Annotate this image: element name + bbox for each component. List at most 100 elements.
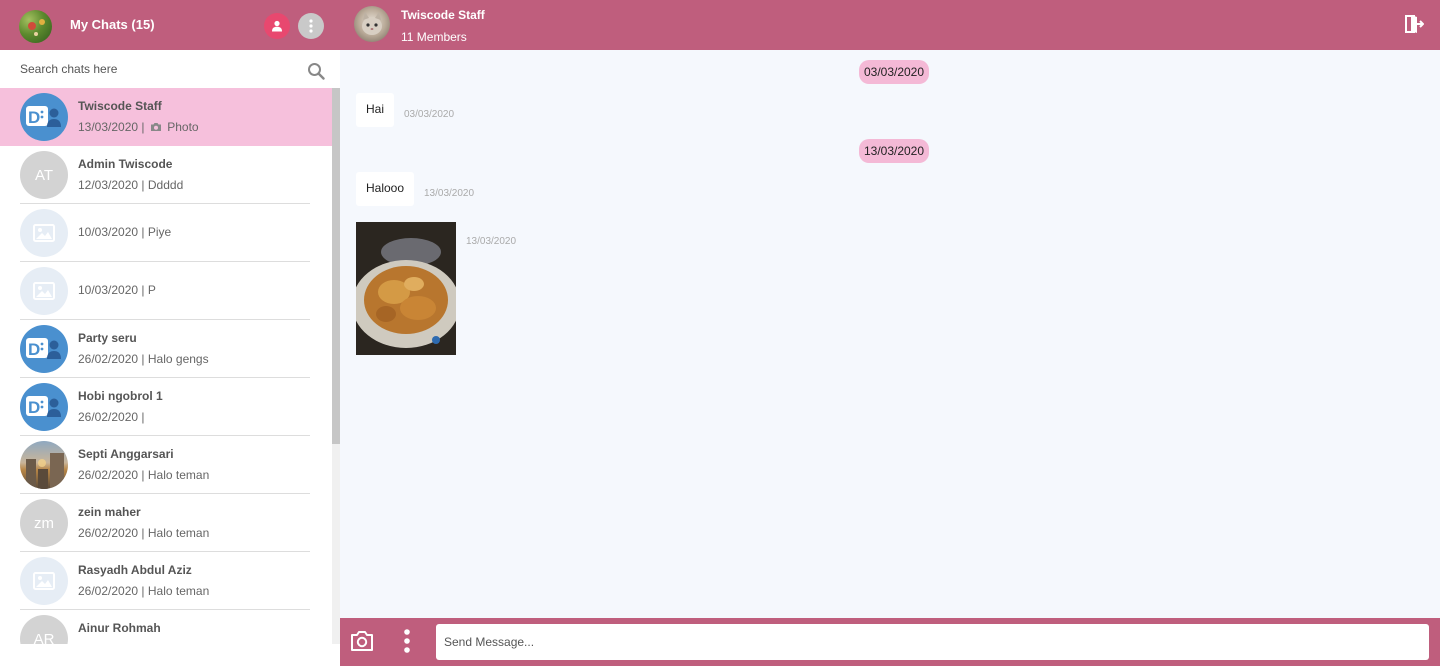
menu-button[interactable]	[298, 13, 324, 39]
chat-preview: 12/03/2020 | Ddddd	[78, 178, 183, 192]
group-logo-avatar: D	[20, 325, 68, 373]
chat-date: 26/02/2020	[78, 468, 139, 482]
chat-last-message: Halo teman	[147, 584, 210, 598]
chat-date: 26/02/2020	[78, 410, 139, 424]
chat-separator: |	[141, 584, 145, 598]
message-bubble[interactable]: Hai	[356, 93, 395, 127]
search-bar	[0, 50, 340, 88]
chat-separator: |	[141, 526, 145, 540]
chat-name: Party seru	[78, 331, 137, 345]
chat-preview: 10/03/2020 | Piye	[78, 225, 171, 239]
profile-button[interactable]	[264, 13, 290, 39]
chat-preview: 26/02/2020 | Halo teman	[78, 526, 209, 540]
group-logo-icon: D	[26, 338, 61, 359]
image-placeholder-icon	[33, 282, 55, 300]
chat-preview: 13/03/2020 | Photo	[78, 120, 199, 134]
group-logo-icon: D	[26, 396, 61, 417]
conversation-title: Twiscode Staff	[401, 8, 485, 22]
chat-list-scrollbar-thumb[interactable]	[332, 88, 340, 444]
date-separator: 03/03/2020	[859, 60, 929, 84]
my-avatar[interactable]	[19, 10, 52, 43]
message-input[interactable]	[436, 624, 1429, 660]
conversation-header: Twiscode Staff 11 Members	[340, 0, 1440, 50]
more-vertical-icon[interactable]	[402, 628, 412, 654]
message-time: 03/03/2020	[404, 109, 455, 120]
chat-item-unnamed[interactable]: 10/03/2020 | Piye	[0, 204, 332, 262]
camera-icon[interactable]	[350, 630, 374, 652]
chat-item-septi-anggarsari[interactable]: Septi Anggarsari 26/02/2020 | Halo teman	[0, 436, 332, 494]
chat-date: 26/02/2020	[78, 526, 139, 540]
svg-text:D: D	[28, 340, 40, 359]
chat-preview: 26/02/2020 | Halo gengs	[78, 352, 209, 366]
search-icon[interactable]	[307, 62, 325, 80]
placeholder-avatar	[20, 267, 68, 315]
chat-list: D Twiscode Staff 13/03/2020 | Photo AT A…	[0, 88, 332, 644]
chat-item-party-seru[interactable]: D Party seru 26/02/2020 | Halo gengs	[0, 320, 332, 378]
initials-avatar: AT	[20, 151, 68, 199]
date-separator: 13/03/2020	[859, 139, 929, 163]
group-logo-icon: D	[26, 106, 61, 127]
group-logo-avatar: D	[20, 383, 68, 431]
message-composer	[340, 618, 1440, 666]
svg-text:D: D	[28, 398, 40, 417]
chat-separator: |	[141, 283, 145, 297]
chat-separator: |	[141, 410, 145, 424]
message-area: 03/03/2020 Hai 03/03/2020 13/03/2020 Hal…	[340, 50, 1440, 618]
chat-date: 10/03/2020	[78, 283, 139, 297]
chat-separator: |	[141, 352, 145, 366]
image-placeholder-icon	[33, 224, 55, 242]
exit-icon[interactable]	[1402, 13, 1424, 35]
chat-name: Septi Anggarsari	[78, 447, 174, 461]
camera-icon	[150, 123, 161, 131]
chat-item-twiscode-staff[interactable]: D Twiscode Staff 13/03/2020 | Photo	[0, 88, 332, 146]
chat-separator: |	[141, 178, 145, 192]
chat-name: Hobi ngobrol 1	[78, 389, 163, 403]
chat-separator: |	[141, 225, 145, 239]
member-count: 11 Members	[401, 30, 467, 44]
chat-date: 26/02/2020	[78, 352, 139, 366]
building-photo	[26, 453, 64, 489]
more-vertical-icon	[309, 19, 313, 33]
chat-last-message: Halo gengs	[147, 352, 209, 366]
chat-last-message: Halo teman	[147, 526, 210, 540]
chat-preview: 26/02/2020 | Halo teman	[78, 468, 209, 482]
image-message[interactable]	[356, 222, 456, 355]
chat-name: zein maher	[78, 505, 141, 519]
search-input[interactable]	[14, 58, 294, 80]
chat-last-message: Ddddd	[147, 178, 184, 192]
placeholder-avatar	[20, 557, 68, 605]
chat-item-admin-twiscode[interactable]: AT Admin Twiscode 12/03/2020 | Ddddd	[0, 146, 332, 204]
photo-avatar	[20, 441, 68, 489]
chat-name: Admin Twiscode	[78, 157, 173, 171]
chat-name: Rasyadh Abdul Aziz	[78, 563, 192, 577]
food-photo	[356, 222, 456, 355]
chat-item-rasyadh-abdul-aziz[interactable]: Rasyadh Abdul Aziz 26/02/2020 | Halo tem…	[0, 552, 332, 610]
message-bubble[interactable]: Halooo	[356, 172, 415, 206]
chat-name: Twiscode Staff	[78, 99, 162, 113]
sidebar: My Chats (15) D	[0, 0, 340, 666]
message-time: 13/03/2020	[424, 188, 475, 199]
chat-date: 10/03/2020	[78, 225, 139, 239]
chat-name: Ainur Rohmah	[78, 621, 161, 635]
chat-item-ainur-rohmah[interactable]: AR Ainur Rohmah	[0, 610, 332, 644]
group-avatar[interactable]	[354, 6, 390, 42]
sidebar-header: My Chats (15)	[0, 0, 340, 50]
sidebar-title: My Chats (15)	[70, 17, 155, 32]
chat-item-hobi-ngobrol[interactable]: D Hobi ngobrol 1 26/02/2020 |	[0, 378, 332, 436]
chat-separator: |	[141, 120, 145, 134]
chat-last-message: Halo teman	[147, 468, 210, 482]
placeholder-avatar	[20, 209, 68, 257]
group-logo-avatar: D	[20, 93, 68, 141]
chat-last-message: Photo	[167, 120, 199, 134]
chat-last-message: Piye	[147, 225, 172, 239]
chat-date: 13/03/2020	[78, 120, 139, 134]
chat-item-zein-maher[interactable]: zm zein maher 26/02/2020 | Halo teman	[0, 494, 332, 552]
svg-text:D: D	[28, 108, 40, 127]
chat-item-unnamed[interactable]: 10/03/2020 | P	[0, 262, 332, 320]
chat-preview: 26/02/2020 | Halo teman	[78, 584, 209, 598]
chat-date: 12/03/2020	[78, 178, 139, 192]
initials-avatar: zm	[20, 499, 68, 547]
chat-date: 26/02/2020	[78, 584, 139, 598]
chat-preview: 26/02/2020 |	[78, 410, 145, 424]
image-placeholder-icon	[33, 572, 55, 590]
